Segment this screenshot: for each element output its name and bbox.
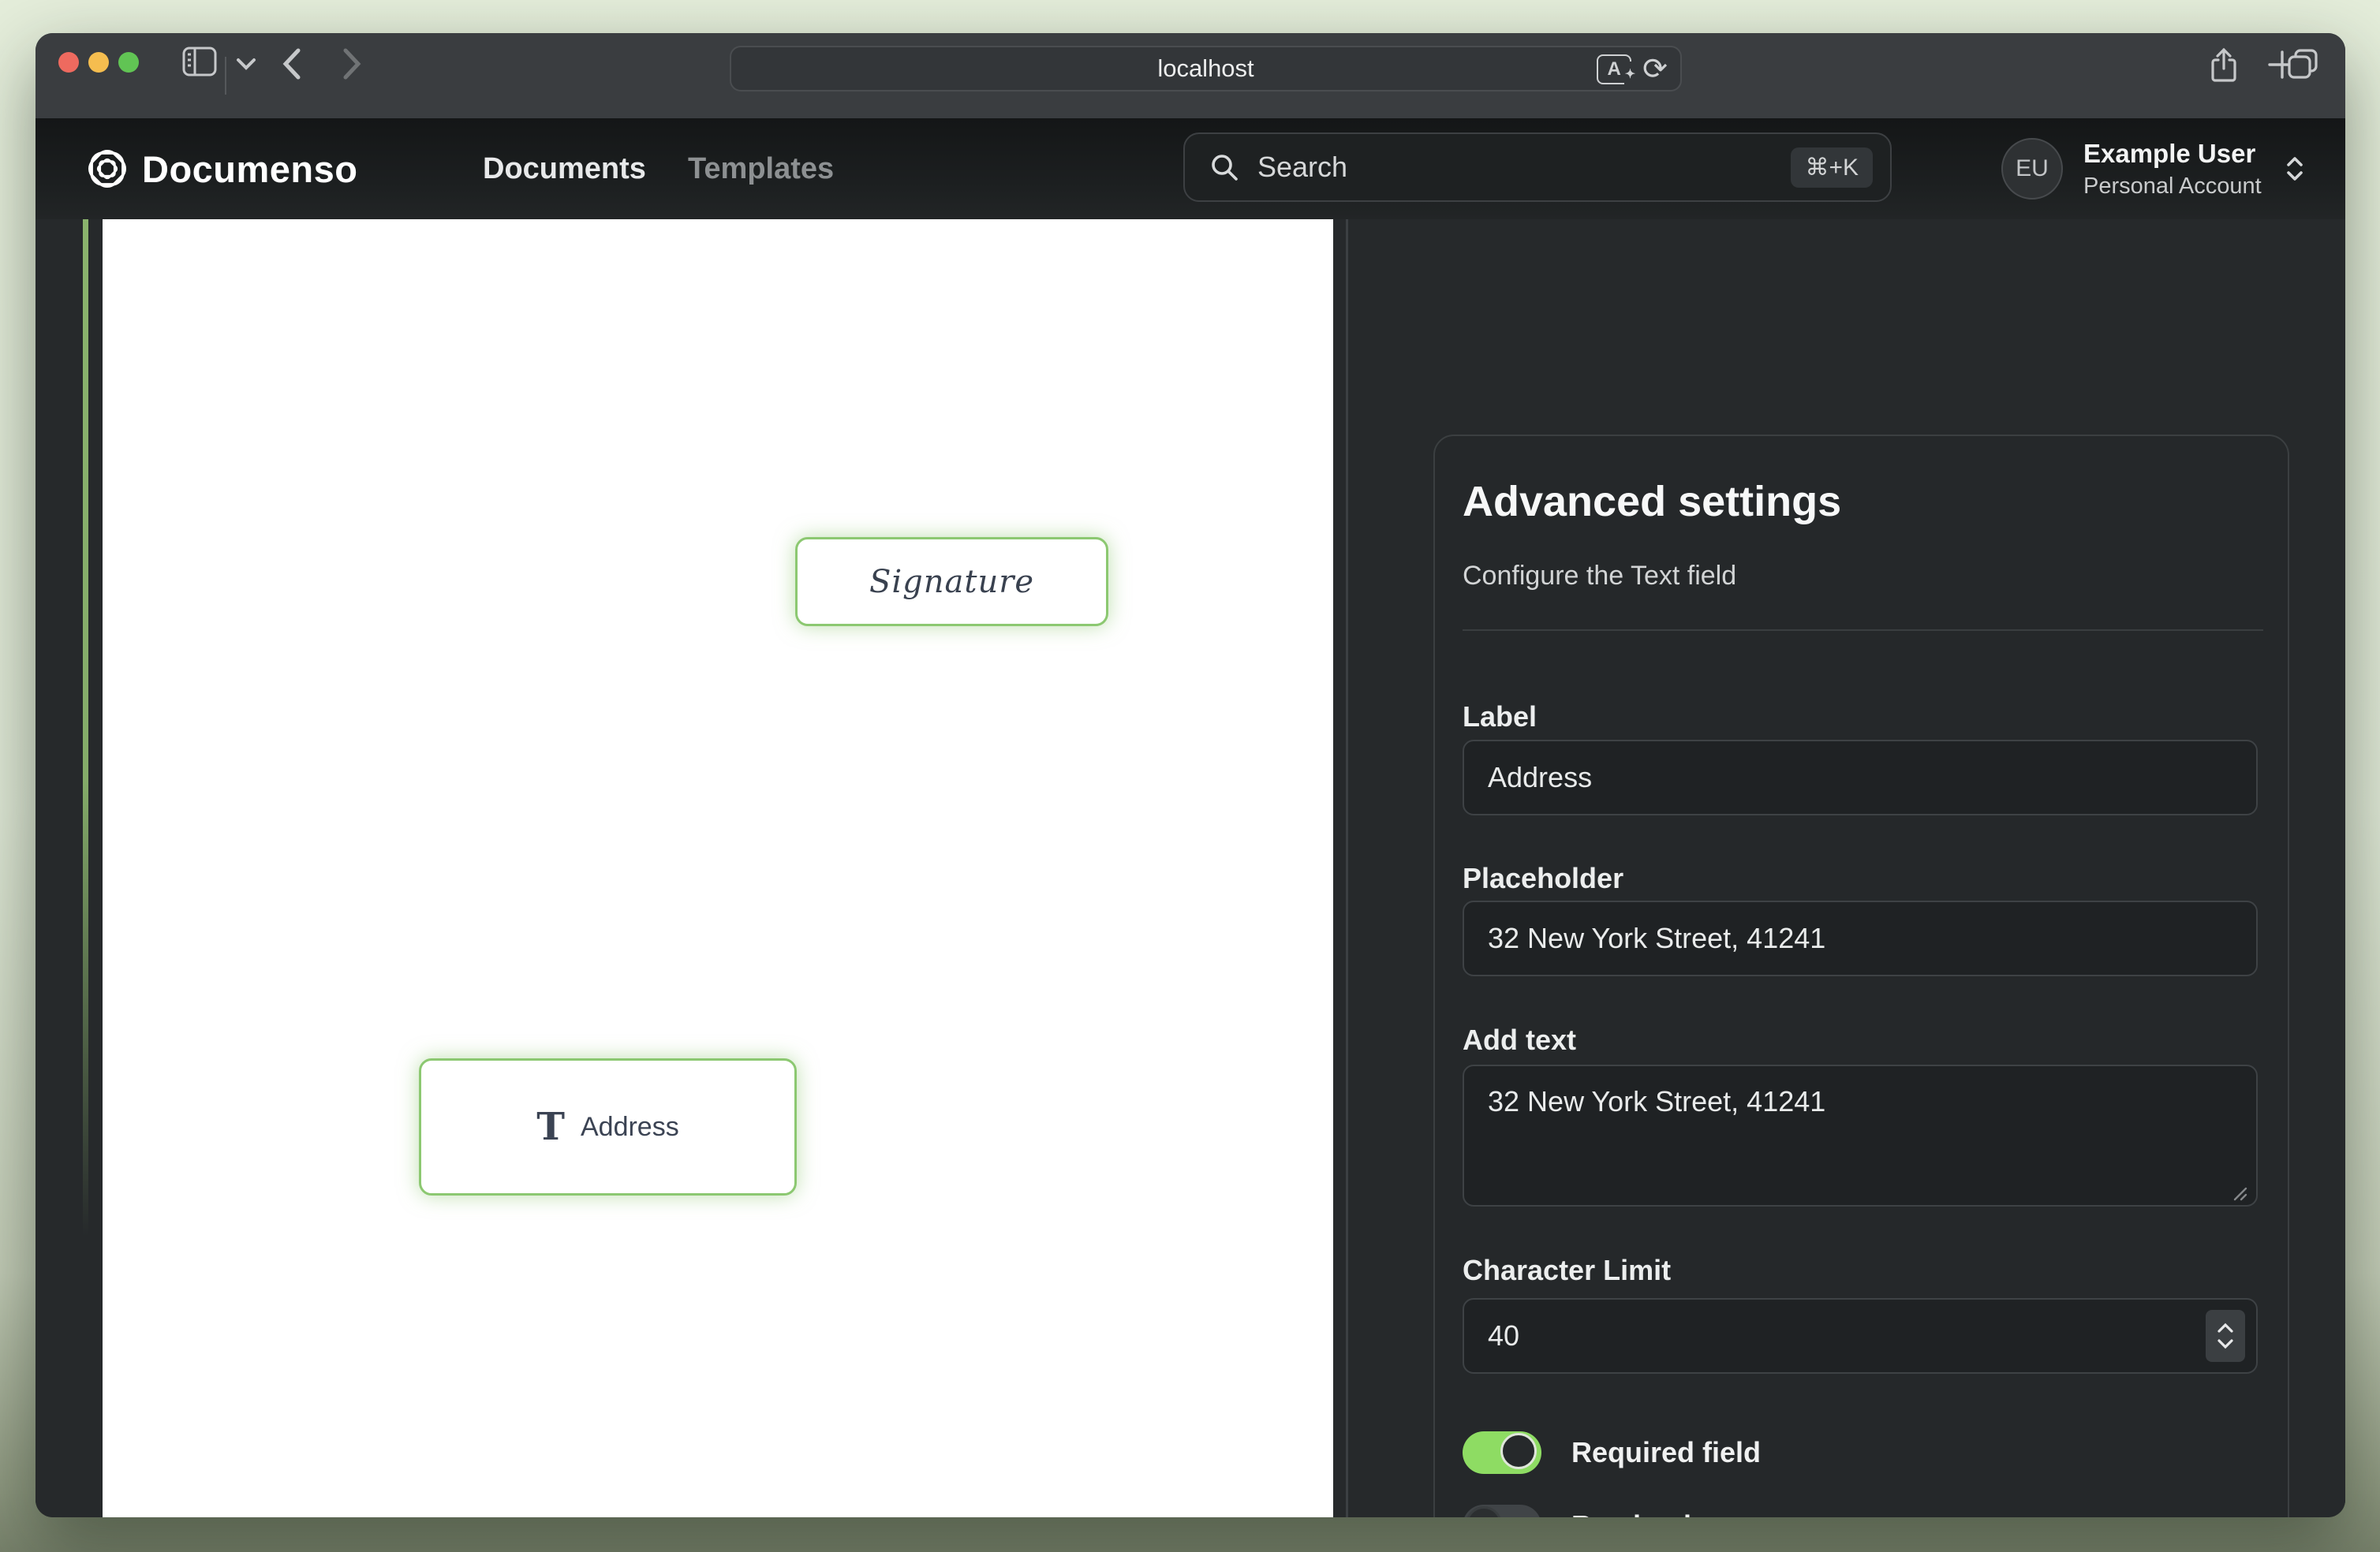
placeholder-field-label: Placeholder	[1463, 862, 1623, 895]
search-placeholder: Search	[1257, 151, 1791, 184]
toggle-knob	[1500, 1433, 1537, 1469]
nav-item-documents[interactable]: Documents	[483, 118, 646, 219]
required-field-toggle[interactable]	[1463, 1431, 1541, 1474]
documenso-logo-icon	[85, 147, 129, 191]
tab-overview-icon[interactable]	[2286, 47, 2319, 80]
text-field-icon: T	[536, 1105, 565, 1149]
advanced-settings-panel: Advanced settings Configure the Text fie…	[1433, 435, 2289, 1517]
nav-item-templates[interactable]: Templates	[688, 118, 834, 219]
read-only-label: Read only	[1571, 1509, 1707, 1517]
zoom-window-button[interactable]	[118, 52, 139, 73]
read-only-toggle[interactable]	[1463, 1505, 1541, 1517]
user-account-type: Personal Account	[2083, 173, 2262, 200]
url-text: localhost	[1157, 54, 1254, 82]
brand-name: Documenso	[142, 147, 358, 191]
app-header: Documenso Documents Templates Search ⌘+K…	[35, 118, 2345, 219]
documenso-logo[interactable]: Documenso	[85, 134, 358, 203]
text-field-address[interactable]: T Address	[419, 1058, 797, 1196]
chevron-up-down-icon	[2284, 155, 2306, 182]
signature-field-label: Signature	[869, 564, 1034, 600]
toggle-knob	[1466, 1506, 1502, 1517]
scroll-progress-line	[83, 219, 88, 1237]
character-limit-input[interactable]	[1463, 1298, 2258, 1374]
stepper-up-icon	[2217, 1323, 2234, 1334]
back-icon[interactable]	[282, 47, 302, 80]
label-field-label: Label	[1463, 700, 1537, 733]
label-input[interactable]	[1463, 740, 2258, 815]
number-stepper[interactable]	[2206, 1310, 2245, 1362]
search-input[interactable]: Search ⌘+K	[1183, 132, 1892, 202]
browser-window: localhost A ✦ ⟳	[35, 33, 2345, 1517]
search-icon	[1210, 153, 1239, 181]
titlebar-divider	[225, 57, 226, 95]
signature-field[interactable]: Signature	[795, 537, 1108, 626]
panel-subtitle: Configure the Text field	[1463, 561, 1736, 591]
resize-handle-icon[interactable]	[2230, 1184, 2247, 1201]
character-limit-label: Character Limit	[1463, 1254, 1671, 1287]
minimize-window-button[interactable]	[88, 52, 109, 73]
add-text-textarea[interactable]: 32 New York Street, 41241	[1463, 1065, 2258, 1207]
address-bar[interactable]: localhost A ✦ ⟳	[730, 46, 1682, 91]
translate-icon[interactable]: A ✦	[1597, 54, 1631, 84]
reload-icon[interactable]: ⟳	[1642, 54, 1668, 84]
user-name: Example User	[2083, 139, 2262, 169]
share-icon[interactable]	[2210, 47, 2238, 84]
close-window-button[interactable]	[58, 52, 79, 73]
main-content: Signature T Address Advanced settings Co…	[35, 219, 2345, 1517]
user-menu[interactable]: EU Example User Personal Account	[1992, 129, 2345, 208]
avatar: EU	[2001, 138, 2063, 200]
placeholder-input[interactable]	[1463, 901, 2258, 976]
panel-title: Advanced settings	[1463, 477, 1841, 526]
document-page: Signature T Address	[103, 219, 1333, 1517]
text-field-label: Address	[581, 1112, 679, 1143]
required-field-label: Required field	[1571, 1436, 1761, 1469]
stepper-down-icon	[2217, 1338, 2234, 1349]
chevron-down-icon[interactable]	[236, 57, 256, 71]
browser-titlebar: localhost A ✦ ⟳	[35, 33, 2345, 118]
content-divider	[1346, 219, 1348, 1517]
sidebar-toggle-icon[interactable]	[182, 47, 217, 76]
add-text-field-label: Add text	[1463, 1024, 1576, 1057]
search-shortcut-badge: ⌘+K	[1791, 147, 1873, 188]
forward-icon[interactable]	[342, 47, 362, 80]
panel-divider	[1463, 629, 2263, 631]
